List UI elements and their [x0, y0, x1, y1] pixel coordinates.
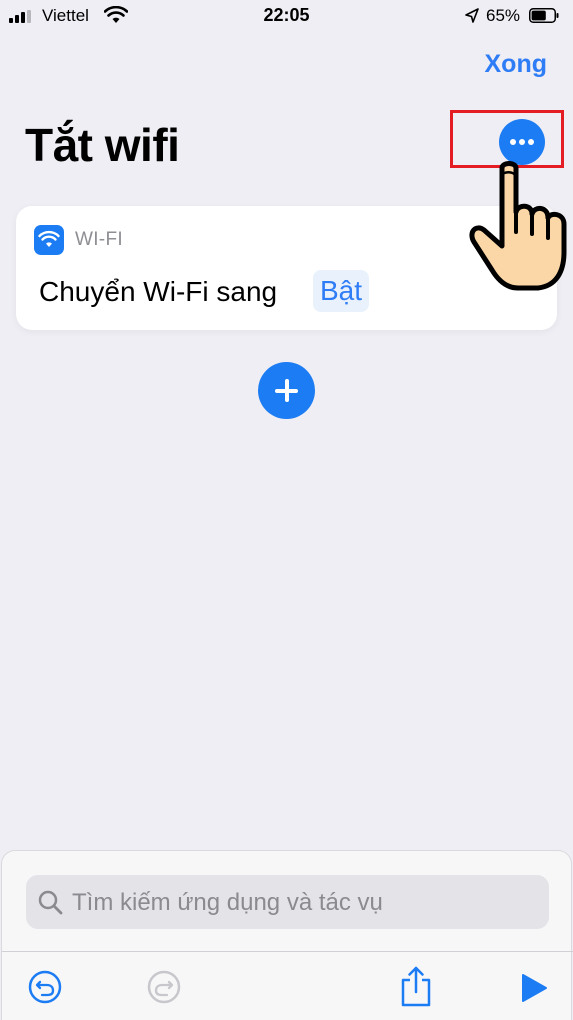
- location-arrow-icon: [465, 8, 479, 23]
- search-placeholder: Tìm kiếm ứng dụng và tác vụ: [72, 889, 383, 916]
- action-category: WI-FI: [75, 229, 123, 250]
- done-button[interactable]: Xong: [485, 50, 548, 79]
- search-icon: [38, 890, 63, 915]
- undo-icon[interactable]: [28, 970, 62, 1004]
- toolbar-divider: [2, 951, 573, 952]
- search-field[interactable]: Tìm kiếm ứng dụng và tác vụ: [26, 875, 549, 929]
- status-bar: Viettel 22:05 65%: [0, 0, 573, 32]
- add-action-button[interactable]: [258, 362, 315, 419]
- pointing-hand-icon: [469, 161, 567, 291]
- play-icon[interactable]: [520, 973, 548, 1003]
- action-parameter-toggle[interactable]: Bật: [313, 270, 370, 312]
- battery-icon: [529, 8, 559, 23]
- actions-sheet: Tìm kiếm ứng dụng và tác vụ: [1, 850, 573, 1020]
- action-text: Chuyển Wi-Fi sang: [39, 276, 278, 307]
- battery-percentage: 65%: [486, 6, 521, 25]
- share-icon[interactable]: [399, 965, 433, 1007]
- wifi-icon: [34, 225, 64, 255]
- page-title: Tắt wifi: [25, 119, 180, 171]
- redo-icon[interactable]: [147, 970, 181, 1004]
